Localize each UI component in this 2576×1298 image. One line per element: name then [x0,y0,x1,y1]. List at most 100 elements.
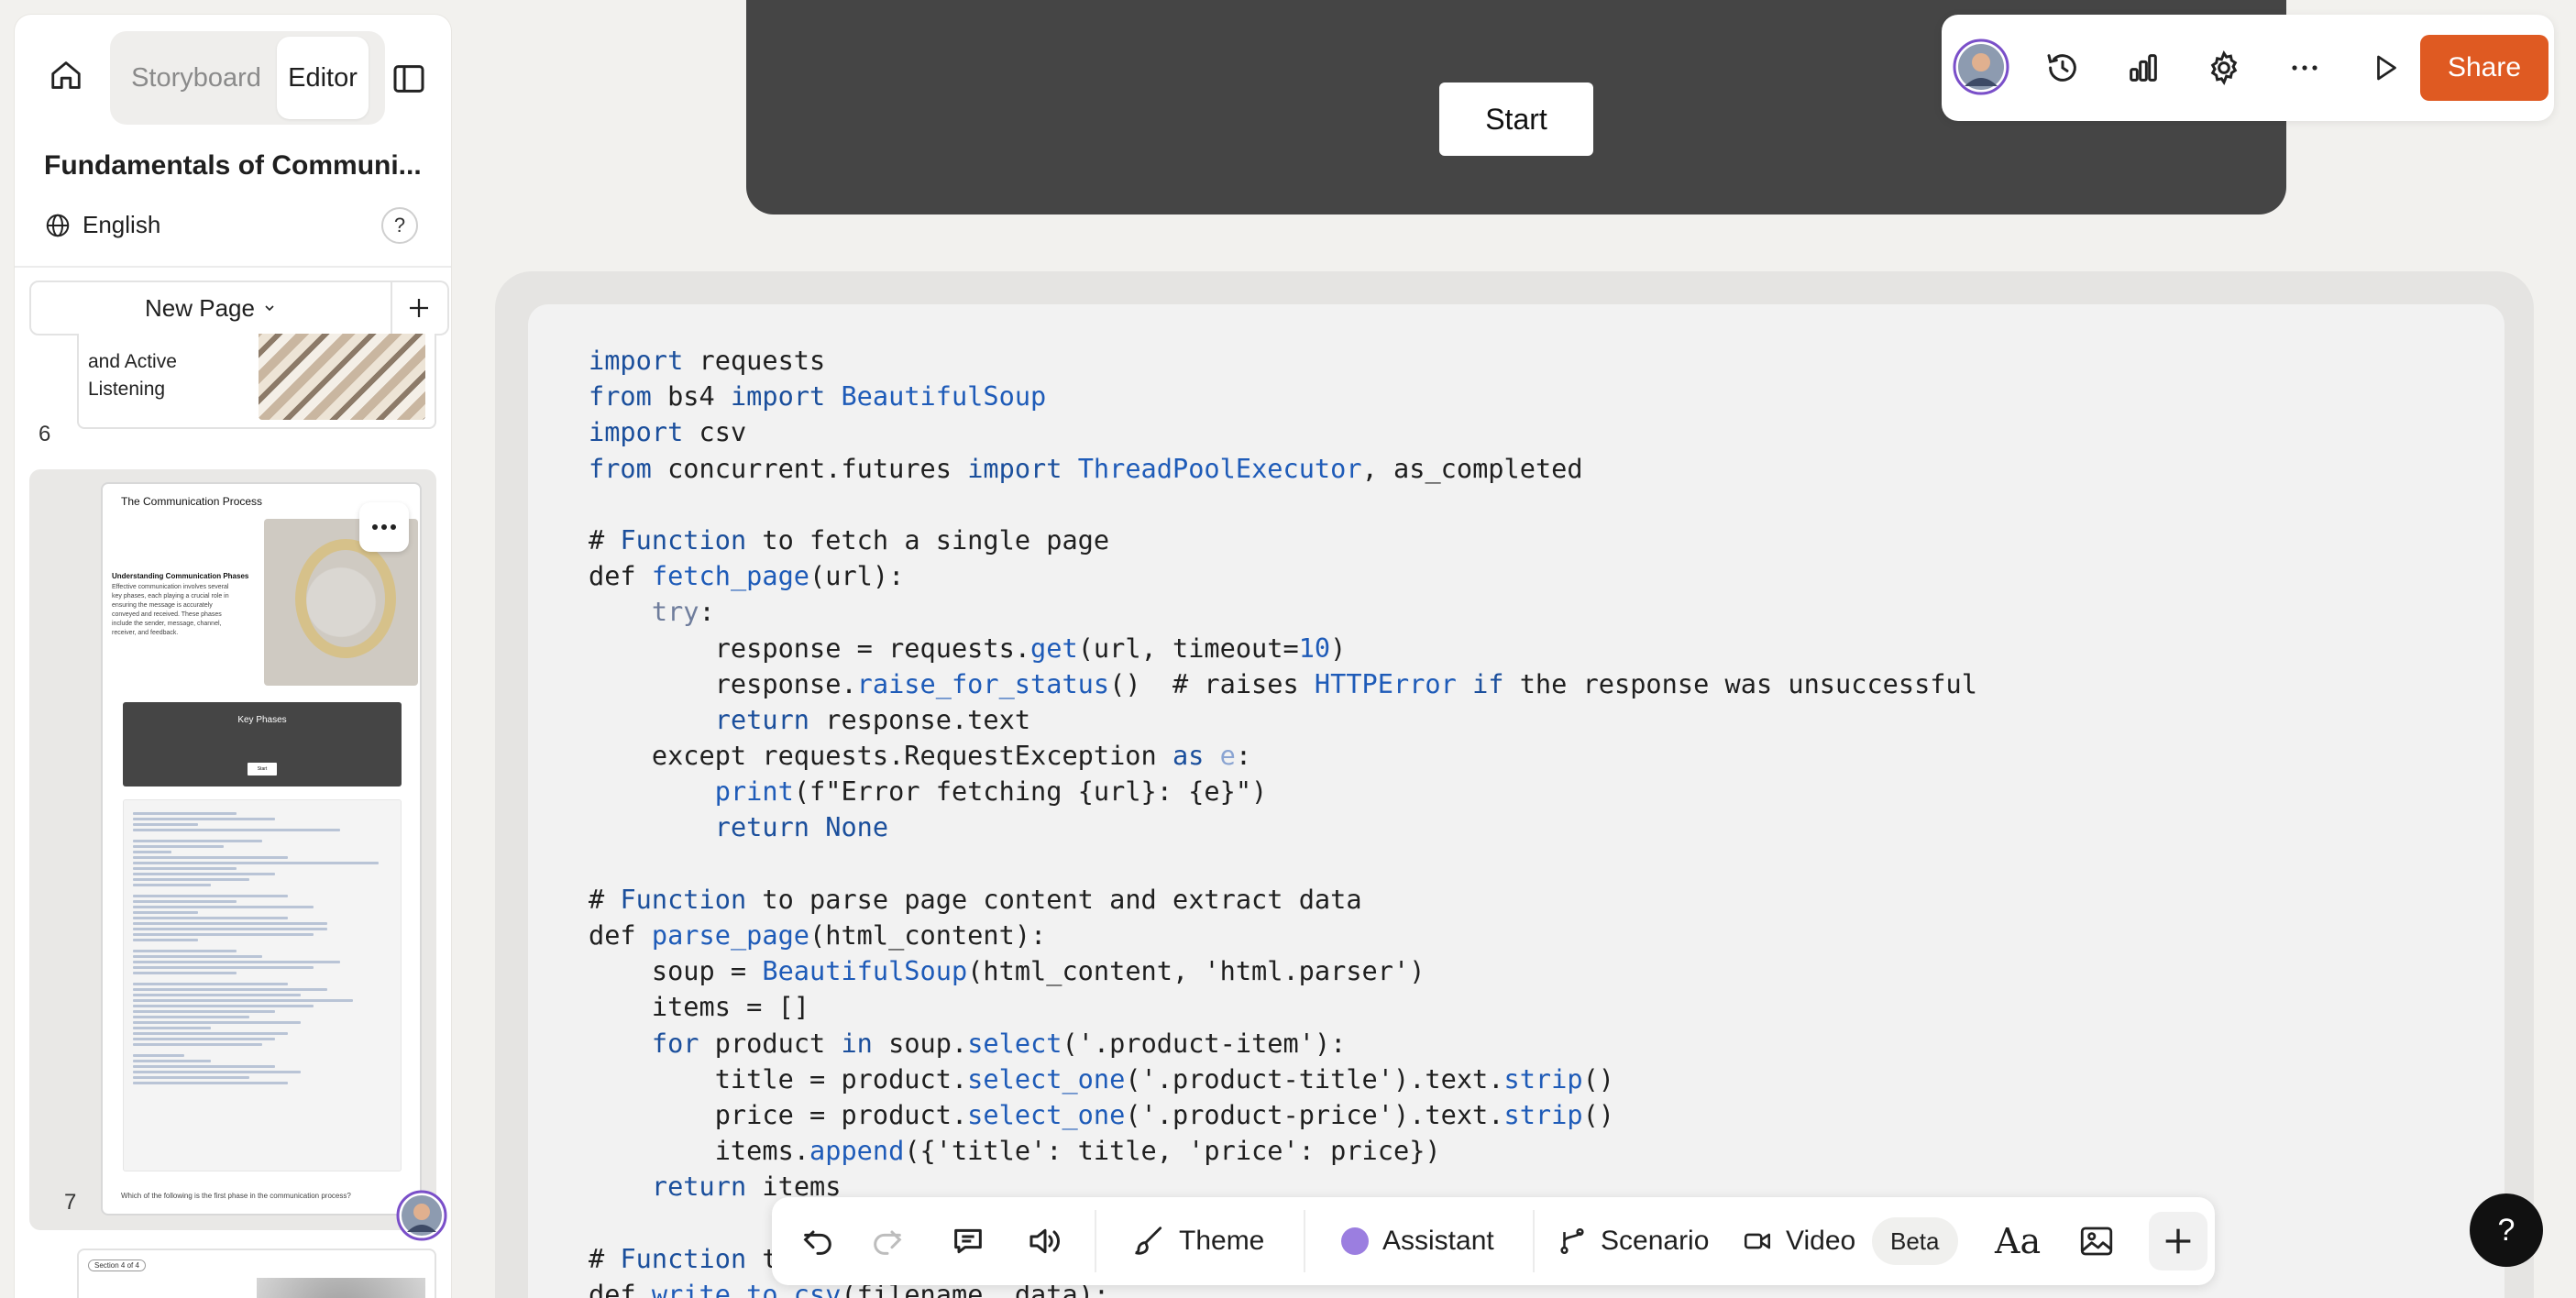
sidebar-toggle-button[interactable] [391,60,431,101]
image-icon [2080,1226,2113,1256]
theme-button[interactable]: Theme [1131,1197,1264,1285]
code-line: items = [] [589,989,1977,1025]
more-options-button[interactable] [2284,48,2325,88]
code-token: : [699,596,715,628]
image-button[interactable] [2077,1197,2116,1285]
assistant-label: Assistant [1382,1226,1494,1256]
new-page-label: New Page [145,293,255,322]
code-token: def [589,1278,652,1298]
share-button[interactable]: Share [2420,35,2548,101]
divider [1533,1210,1535,1272]
settings-button[interactable] [2204,48,2244,88]
plus-icon [410,299,428,317]
user-avatar[interactable] [1953,38,2009,95]
code-line: import requests [589,343,1977,379]
assistant-button[interactable]: Assistant [1340,1197,1494,1285]
add-block-button[interactable] [2149,1212,2207,1270]
block-button: Start [248,763,277,776]
scenario-button[interactable]: Scenario [1557,1197,1709,1285]
code-token: print [714,776,794,808]
page-thumbnail-block: Key Phases Start [123,702,402,786]
page-thumbnail-code [123,799,402,1172]
sidebar: Storyboard Editor Fundamentals of Commun… [15,15,451,1298]
undo-button[interactable] [799,1197,836,1285]
course-title[interactable]: Fundamentals of Communi... [44,150,438,182]
add-page-button[interactable] [391,280,449,336]
code-block[interactable]: import requests from bs4 import Beautiful… [528,304,2504,1298]
page-list: and Active Listening 6 The Communication … [15,334,451,1298]
code-token: except requests.RequestException [589,740,1172,772]
tab-storyboard[interactable]: Storyboard [116,37,277,119]
language-selector[interactable]: English [44,211,160,239]
code-line: response.raise_for_status() # raises HTT… [589,666,1977,702]
code-token: csv [683,416,747,448]
preview-button[interactable] [2365,48,2405,88]
page-thumbnail-6[interactable]: and Active Listening [77,334,436,429]
more-horizontal-icon [372,524,396,530]
page-thumbnail-title: and Active Listening [88,351,177,400]
code-token: requests [683,345,826,376]
code-token: from [589,452,652,484]
history-button[interactable] [2042,48,2083,88]
audio-button[interactable] [1027,1197,1063,1285]
code-line: return response.text [589,702,1977,738]
code-token: # [589,1242,621,1274]
code-token: in [841,1027,873,1059]
comment-button[interactable] [950,1197,986,1285]
code-token: (f"Error fetching {url}: {e}") [793,776,1268,808]
text-style-button[interactable]: Aa [1995,1197,2041,1285]
page-thumbnail-8[interactable]: Section 4 of 4 [77,1248,436,1298]
language-label: English [83,211,161,238]
bottom-toolbar: Theme Assistant Scenario Video Beta Aa [772,1197,2215,1285]
comment-icon [954,1228,982,1254]
scenario-label: Scenario [1601,1226,1710,1256]
code-line: from bs4 import BeautifulSoup [589,379,1977,414]
code-token: select_one [967,1098,1126,1130]
code-line: return None [589,809,1977,845]
code-token: select [967,1027,1062,1059]
code-line: try: [589,594,1977,630]
page-number: 7 [64,1190,77,1215]
code-token: Function [620,1242,747,1274]
home-button[interactable] [42,51,90,99]
top-toolbar: Share [1942,15,2554,121]
redo-button[interactable] [869,1197,906,1285]
code-token: () [1582,1062,1615,1094]
code-token: def [589,919,652,951]
code-token: the response was unsuccessful [1503,667,1977,699]
page-more-button[interactable] [359,502,409,552]
code-token: ) [1330,632,1347,664]
code-token: import [589,416,684,448]
code-token: ({'title': title, 'price': price}) [904,1135,1441,1167]
code-line: import csv [589,414,1977,450]
analytics-button[interactable] [2123,48,2163,88]
more-horizontal-icon [2292,65,2317,71]
code-token: from [589,380,652,412]
tab-editor[interactable]: Editor [277,37,369,119]
code-token: response.text [809,703,1031,735]
beta-badge: Beta [1872,1217,1958,1265]
code-token: ('.product-price').text. [1125,1098,1504,1130]
help-button[interactable]: ? [381,207,418,244]
code-token: ThreadPoolExecutor [1062,452,1362,484]
page-number: 6 [39,422,51,446]
view-switcher: Storyboard Editor [110,31,385,125]
start-button[interactable]: Start [1439,82,1593,156]
code-line: response = requests.get(url, timeout=10) [589,631,1977,666]
video-label: Video [1786,1226,1856,1256]
chevron-down-icon [265,305,274,312]
code-token: response = requests. [589,632,1031,664]
code-token: append [809,1135,905,1167]
help-fab-button[interactable]: ? [2470,1194,2543,1267]
divider [1304,1210,1305,1272]
code-token: bs4 [651,380,731,412]
video-button[interactable]: Video [1742,1197,1855,1285]
code-token: e [1219,740,1236,772]
page-thumbnail-7[interactable]: The Communication Process Understanding … [101,482,422,1216]
sidebar-panel-icon [393,65,424,93]
new-page-button[interactable]: New Page [29,280,392,336]
